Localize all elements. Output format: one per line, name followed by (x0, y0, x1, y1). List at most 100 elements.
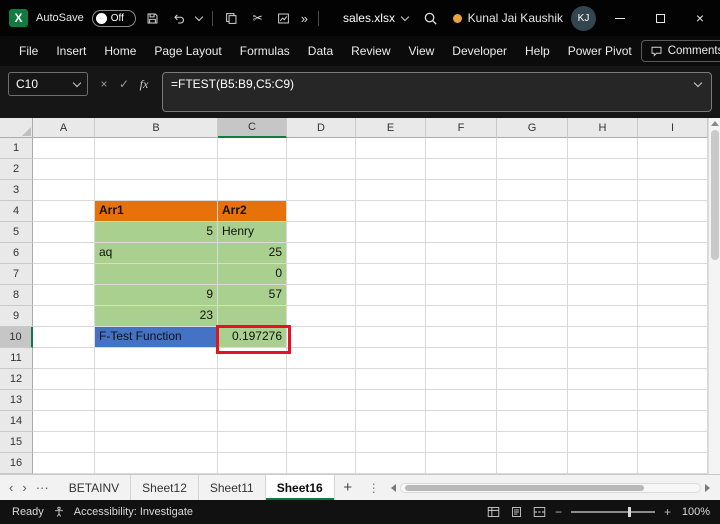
cell-I4[interactable] (638, 201, 708, 222)
column-header-E[interactable]: E (356, 118, 426, 138)
cell-D3[interactable] (287, 180, 356, 201)
cell-B9[interactable]: 23 (95, 306, 218, 327)
formula-bar-expand-icon[interactable] (693, 78, 703, 88)
cell-E13[interactable] (356, 390, 426, 411)
cell-A12[interactable] (33, 369, 95, 390)
cell-D6[interactable] (287, 243, 356, 264)
cell-I3[interactable] (638, 180, 708, 201)
cell-D14[interactable] (287, 411, 356, 432)
cell-E3[interactable] (356, 180, 426, 201)
cell-H5[interactable] (568, 222, 638, 243)
cell-B3[interactable] (95, 180, 218, 201)
row-header-14[interactable]: 14 (0, 411, 33, 432)
sheet-scroll-right-icon[interactable]: › (22, 480, 26, 495)
column-header-B[interactable]: B (95, 118, 218, 138)
cell-I11[interactable] (638, 348, 708, 369)
cell-A2[interactable] (33, 159, 95, 180)
zoom-in-icon[interactable]: + (664, 505, 671, 519)
cell-H9[interactable] (568, 306, 638, 327)
cell-G1[interactable] (497, 138, 568, 159)
cell-A5[interactable] (33, 222, 95, 243)
cell-I14[interactable] (638, 411, 708, 432)
cell-F12[interactable] (426, 369, 497, 390)
cell-I5[interactable] (638, 222, 708, 243)
sheet-tab-sheet12[interactable]: Sheet12 (131, 475, 199, 500)
ribbon-tab-home[interactable]: Home (95, 36, 145, 66)
cell-H3[interactable] (568, 180, 638, 201)
cell-F15[interactable] (426, 432, 497, 453)
cell-H1[interactable] (568, 138, 638, 159)
excel-app-icon[interactable]: X (9, 9, 28, 27)
cell-E5[interactable] (356, 222, 426, 243)
cell-E11[interactable] (356, 348, 426, 369)
cell-C11[interactable] (218, 348, 287, 369)
cell-D12[interactable] (287, 369, 356, 390)
cell-I16[interactable] (638, 453, 708, 474)
row-header-13[interactable]: 13 (0, 390, 33, 411)
ribbon-tab-formulas[interactable]: Formulas (231, 36, 299, 66)
cell-G4[interactable] (497, 201, 568, 222)
cell-C12[interactable] (218, 369, 287, 390)
cell-H11[interactable] (568, 348, 638, 369)
search-icon[interactable] (417, 9, 445, 27)
page-layout-view-icon[interactable] (510, 506, 523, 518)
cell-H8[interactable] (568, 285, 638, 306)
cell-C4[interactable]: Arr2 (218, 201, 287, 222)
name-box[interactable]: C10 (8, 72, 88, 96)
tab-scrollbar-splitter[interactable]: ⋮ (361, 475, 387, 500)
row-header-2[interactable]: 2 (0, 159, 33, 180)
cell-C3[interactable] (218, 180, 287, 201)
cell-B10[interactable]: F-Test Function (95, 327, 218, 348)
cell-C6[interactable]: 25 (218, 243, 287, 264)
enter-icon[interactable]: ✓ (114, 77, 134, 91)
ribbon-tab-developer[interactable]: Developer (443, 36, 516, 66)
undo-icon[interactable] (170, 9, 188, 27)
file-menu[interactable]: sales.xlsx (343, 11, 410, 25)
cell-C1[interactable] (218, 138, 287, 159)
column-header-C[interactable]: C (218, 118, 287, 138)
cell-A16[interactable] (33, 453, 95, 474)
vertical-scrollbar[interactable] (708, 118, 720, 474)
cell-F9[interactable] (426, 306, 497, 327)
page-break-view-icon[interactable] (533, 506, 546, 518)
cell-I12[interactable] (638, 369, 708, 390)
ribbon-tab-help[interactable]: Help (516, 36, 559, 66)
row-header-1[interactable]: 1 (0, 138, 33, 159)
cell-I7[interactable] (638, 264, 708, 285)
row-header-6[interactable]: 6 (0, 243, 33, 264)
cell-G2[interactable] (497, 159, 568, 180)
cell-A4[interactable] (33, 201, 95, 222)
cell-D4[interactable] (287, 201, 356, 222)
cell-H4[interactable] (568, 201, 638, 222)
cell-E16[interactable] (356, 453, 426, 474)
cell-G5[interactable] (497, 222, 568, 243)
cell-C10[interactable]: 0.197276 (216, 325, 291, 354)
cell-F6[interactable] (426, 243, 497, 264)
vertical-scroll-thumb[interactable] (710, 130, 719, 260)
cell-H10[interactable] (568, 327, 638, 348)
cell-F8[interactable] (426, 285, 497, 306)
cell-B1[interactable] (95, 138, 218, 159)
cell-B15[interactable] (95, 432, 218, 453)
cell-F14[interactable] (426, 411, 497, 432)
cell-D13[interactable] (287, 390, 356, 411)
minimize-button[interactable] (600, 0, 640, 36)
cell-C2[interactable] (218, 159, 287, 180)
column-header-I[interactable]: I (638, 118, 708, 138)
cell-C13[interactable] (218, 390, 287, 411)
ribbon-tab-power-pivot[interactable]: Power Pivot (559, 36, 641, 66)
cell-F2[interactable] (426, 159, 497, 180)
cell-I1[interactable] (638, 138, 708, 159)
ribbon-tab-review[interactable]: Review (342, 36, 399, 66)
zoom-slider[interactable] (570, 507, 655, 517)
cell-I6[interactable] (638, 243, 708, 264)
cell-E9[interactable] (356, 306, 426, 327)
cell-H14[interactable] (568, 411, 638, 432)
cell-F1[interactable] (426, 138, 497, 159)
cell-F10[interactable] (426, 327, 497, 348)
copy-icon[interactable] (223, 9, 241, 27)
cell-B7[interactable] (95, 264, 218, 285)
cell-F3[interactable] (426, 180, 497, 201)
save-icon[interactable] (144, 9, 162, 27)
insert-function-icon[interactable]: fx (134, 77, 154, 92)
